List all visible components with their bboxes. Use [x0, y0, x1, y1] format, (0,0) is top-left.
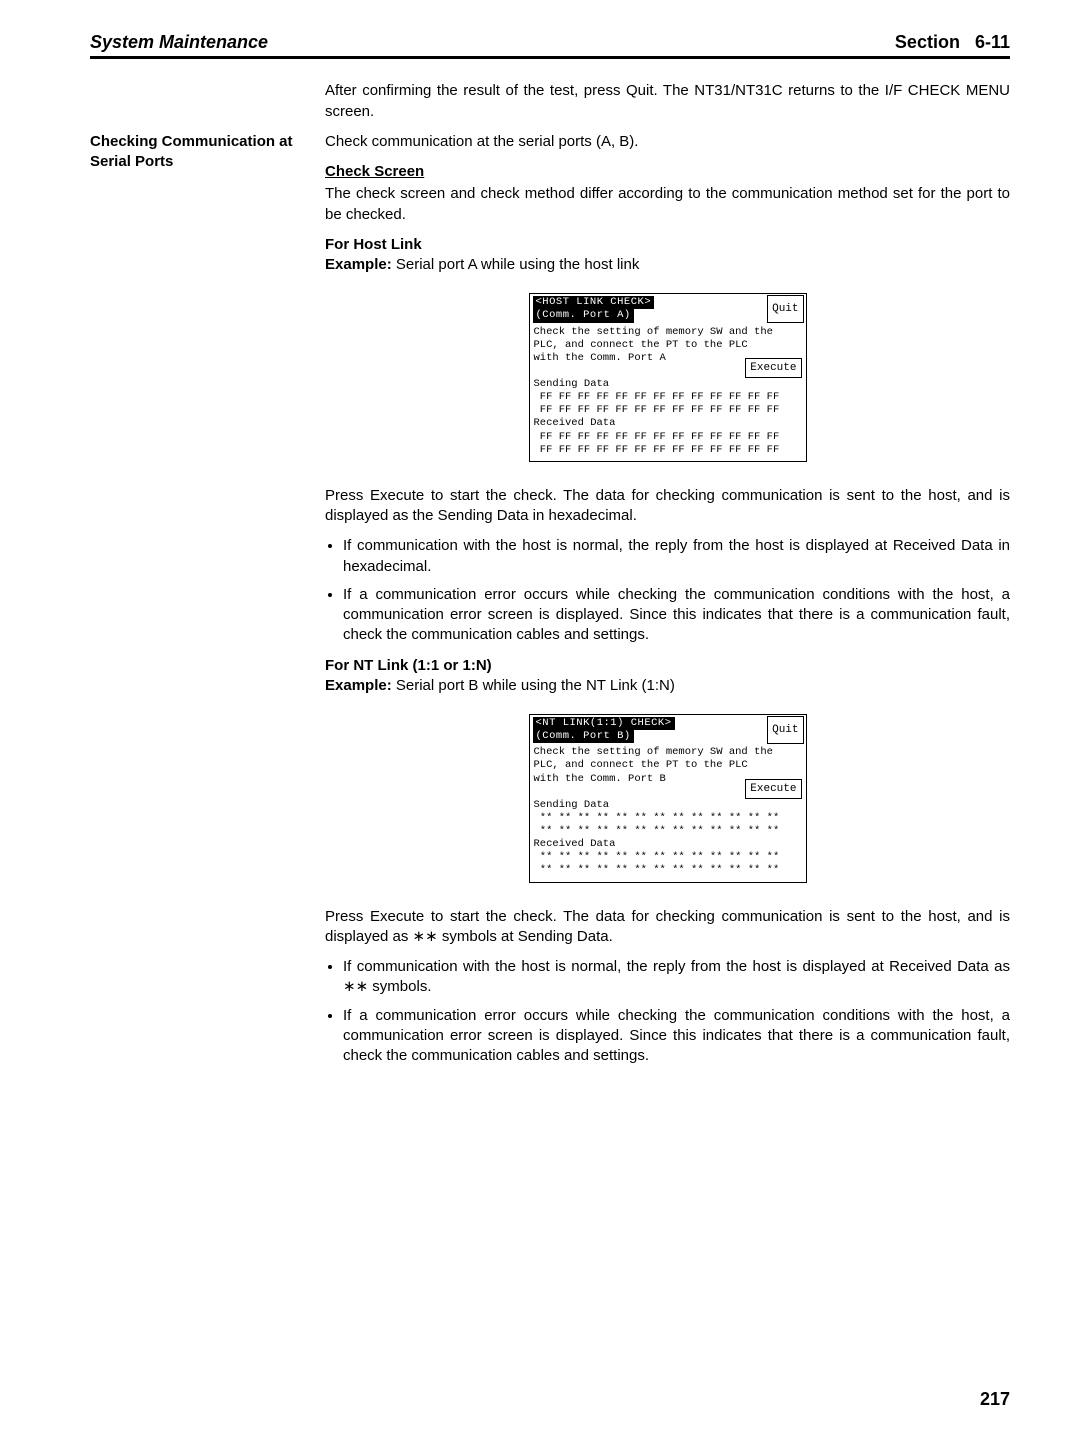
- check-comm-intro: Check communication at the serial ports …: [325, 132, 1010, 152]
- after-screen1-para: Press Execute to start the check. The da…: [325, 486, 1010, 527]
- execute-button[interactable]: Execute: [745, 779, 801, 799]
- section-label: Section: [895, 32, 960, 52]
- execute-button[interactable]: Execute: [745, 358, 801, 378]
- example-label: Example:: [325, 677, 392, 694]
- check-screen-para: The check screen and check method differ…: [325, 184, 1010, 225]
- page-number: 217: [980, 1387, 1010, 1411]
- bullets-ntlink: If communication with the host is normal…: [325, 957, 1010, 1066]
- after-screen2-para: Press Execute to start the check. The da…: [325, 907, 1010, 948]
- example-text: Serial port B while using the NT Link (1…: [392, 677, 675, 694]
- hostlink-example: Example: Serial port A while using the h…: [325, 255, 1010, 275]
- screen1-title: <HOST LINK CHECK>: [533, 296, 655, 309]
- quit-button[interactable]: Quit: [767, 295, 803, 323]
- example-label: Example:: [325, 256, 392, 273]
- hostlink-heading: For Host Link: [325, 235, 1010, 255]
- hostlink-check-screen: <HOST LINK CHECK> (Comm. Port A) Quit Ch…: [529, 293, 807, 462]
- intro-paragraph: After confirming the result of the test,…: [325, 81, 1010, 122]
- bullet-item: If a communication error occurs while ch…: [343, 1006, 1010, 1067]
- screen2-body: Check the setting of memory SW and the P…: [530, 744, 806, 881]
- bullet-item: If communication with the host is normal…: [343, 957, 1010, 998]
- bullets-hostlink: If communication with the host is normal…: [325, 536, 1010, 645]
- ntlink-example: Example: Serial port B while using the N…: [325, 676, 1010, 696]
- header-section: Section 6-11: [895, 30, 1010, 54]
- check-screen-heading: Check Screen: [325, 162, 1010, 182]
- bullet-item: If a communication error occurs while ch…: [343, 585, 1010, 646]
- screen1-subtitle: (Comm. Port A): [533, 309, 634, 322]
- header-title: System Maintenance: [90, 30, 268, 54]
- page-header: System Maintenance Section 6-11: [90, 30, 1010, 59]
- side-heading: Checking Communication at Serial Ports: [90, 132, 305, 173]
- screen2-title: <NT LINK(1:1) CHECK>: [533, 717, 675, 730]
- ntlink-heading: For NT Link (1:1 or 1:N): [325, 656, 1010, 676]
- section-number: 6-11: [975, 32, 1010, 52]
- example-text: Serial port A while using the host link: [392, 256, 640, 273]
- bullet-item: If communication with the host is normal…: [343, 536, 1010, 577]
- screen2-subtitle: (Comm. Port B): [533, 730, 634, 743]
- screen1-body: Check the setting of memory SW and the P…: [530, 324, 806, 461]
- quit-button[interactable]: Quit: [767, 716, 803, 744]
- ntlink-check-screen: <NT LINK(1:1) CHECK> (Comm. Port B) Quit…: [529, 714, 807, 883]
